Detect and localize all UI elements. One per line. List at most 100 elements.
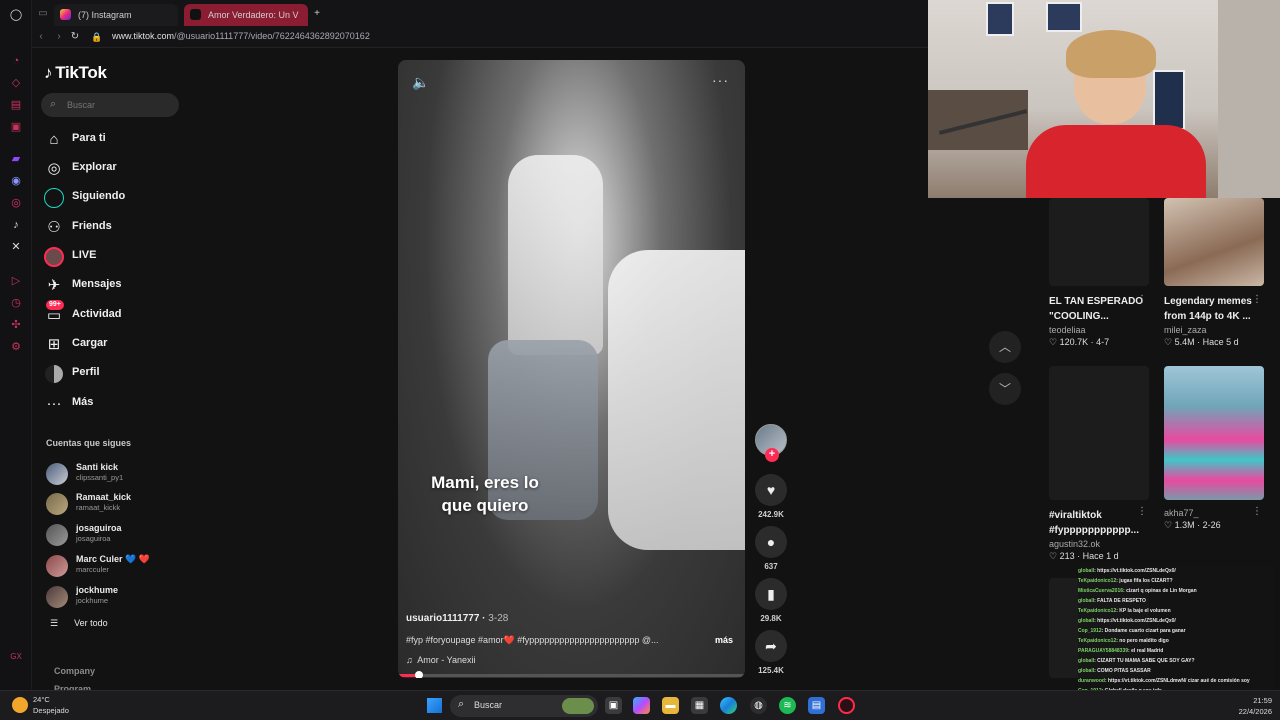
nav-profile[interactable]: Perfil [44, 362, 184, 386]
see-all-link[interactable]: ☰ Ver todo [50, 618, 108, 629]
video-progress-bar[interactable] [398, 671, 745, 678]
nav-live[interactable]: LIVE [44, 245, 184, 269]
account-handle: ramaat_kickk [76, 503, 121, 512]
following-account[interactable]: Santi kick clipssanti_py1 [46, 462, 186, 488]
save-button[interactable]: ▮ 29.8K [753, 578, 789, 623]
clock-date: 22/4/2026 [1238, 707, 1272, 716]
volume-icon[interactable]: 🔈 [412, 74, 429, 91]
chevron-up-icon: ︿ [998, 340, 1011, 354]
chat-username: globall [1078, 618, 1095, 624]
following-account[interactable]: josaguiroa josaguiroa [46, 523, 186, 549]
system-clock[interactable]: 21:59 22/4/2026 [1228, 695, 1272, 717]
chat-username: duranwood [1078, 678, 1105, 684]
more-options-icon[interactable]: ··· [712, 72, 729, 88]
aria-icon[interactable]: ◔ [9, 54, 23, 68]
video-title[interactable]: EL TAN ESPERADO "COOLING... [1049, 294, 1145, 324]
related-video-card[interactable]: ⋮ EL TAN ESPERADO "COOLING... teodeliaa … [1049, 198, 1153, 348]
nav-more[interactable]: ··· Más [44, 392, 184, 416]
kebab-menu-icon[interactable]: ⋮ [1252, 294, 1262, 305]
video-thumbnail[interactable] [1164, 366, 1264, 500]
tiktok-icon[interactable]: ♪ [9, 218, 23, 232]
video-player[interactable]: 🔈 ··· Mami, eres lo que quiero usuario11… [398, 60, 745, 678]
nav-following[interactable]: Siguiendo [44, 186, 184, 210]
bookmark-icon[interactable]: ▤ [9, 98, 23, 112]
tab-tiktok-video[interactable]: Amor Verdadero: Un V [184, 4, 308, 26]
kebab-menu-icon[interactable]: ⋮ [1252, 506, 1262, 517]
nav-upload[interactable]: ⊞ Cargar [44, 333, 184, 357]
avatar [46, 463, 68, 485]
nav-explore[interactable]: ◎ Explorar [44, 157, 184, 181]
taskbar-search[interactable]: ⌕ Buscar [450, 695, 598, 717]
comment-button[interactable]: ● 637 [753, 526, 789, 571]
tab-overview-icon[interactable]: ▭ [36, 7, 50, 21]
new-tab-icon[interactable]: + [310, 7, 324, 21]
x-icon[interactable]: ✕ [9, 240, 23, 254]
video-thumbnail[interactable] [1164, 198, 1264, 286]
ai-icon[interactable]: ◇ [9, 76, 23, 90]
nav-messages[interactable]: ✈ Mensajes [44, 274, 184, 298]
description-more-button[interactable]: más [715, 635, 733, 645]
tab-instagram[interactable]: (7) Instagram [54, 4, 178, 26]
video-music[interactable]: ♫ Amor - Yanexii [406, 655, 475, 665]
player-icon[interactable]: ▷ [9, 274, 23, 288]
nav-for-you[interactable]: ⌂ Para ti [44, 128, 184, 152]
opera-menu-icon[interactable]: ◯ [9, 8, 23, 22]
sun-icon [12, 697, 28, 713]
related-video-card[interactable]: ⋮ Legendary memes from 144p to 4K ... mi… [1164, 198, 1268, 348]
video-thumbnail[interactable] [1049, 198, 1149, 286]
instagram-icon[interactable]: ◎ [9, 196, 23, 210]
nav-friends[interactable]: ⚇ Friends [44, 216, 184, 240]
progress-handle[interactable] [414, 671, 423, 678]
video-author[interactable]: agustin32.ok [1049, 539, 1153, 549]
following-account[interactable]: Ramaat_kick ramaat_kickk [46, 492, 186, 518]
wall-poster [986, 2, 1014, 36]
wardrobe [1218, 0, 1280, 198]
windows-start-icon[interactable] [427, 698, 442, 713]
forward-icon[interactable]: › [52, 30, 66, 44]
video-stats: ♡ 213 · Hace 1 d [1049, 551, 1119, 561]
video-author[interactable]: teodeliaa [1049, 325, 1153, 335]
related-video-card[interactable]: ⋮ #viraltiktok #fyppppppppppp... agustin… [1049, 366, 1153, 562]
history-icon[interactable]: ◷ [9, 296, 23, 310]
following-account[interactable]: jockhume jockhume [46, 585, 186, 611]
m-icon[interactable]: ▣ [9, 120, 23, 134]
chat-text: : https://vt.tiktok.com/ZSNLdmwN/ cizar … [1104, 678, 1250, 684]
follow-plus-icon[interactable]: + [765, 448, 779, 462]
reload-icon[interactable]: ↻ [68, 30, 82, 44]
video-thumbnail[interactable] [1049, 366, 1149, 500]
discord-icon[interactable]: ◉ [9, 174, 23, 188]
related-video-card[interactable]: ⋮ akha77_ ♡ 1.3M · 2-26 [1164, 366, 1268, 531]
like-button[interactable]: ♥ 242.9K [753, 474, 789, 519]
following-account[interactable]: Marc Culer 💙 ❤️ marcculer [46, 554, 186, 580]
tiktok-logo[interactable]: ♪ TikTok [44, 63, 107, 83]
back-icon[interactable]: ‹ [34, 30, 48, 44]
share-button[interactable]: ➦ 125.4K [753, 630, 789, 675]
video-title[interactable]: #viraltiktok #fyppppppppppp... [1049, 508, 1145, 538]
edge-icon[interactable] [720, 697, 737, 714]
twitch-icon[interactable]: ▰ [9, 152, 23, 166]
search-box[interactable]: ⌕ [41, 93, 179, 117]
footer-link-company[interactable]: Company [54, 662, 95, 680]
settings-icon[interactable]: ⚙ [9, 340, 23, 354]
nav-activity[interactable]: ▭ 99+ Actividad [44, 300, 184, 328]
steam-icon[interactable]: ◍ [750, 697, 767, 714]
spotify-icon[interactable]: ≋ [779, 697, 796, 714]
kebab-menu-icon[interactable]: ⋮ [1137, 294, 1147, 305]
task-view-icon[interactable]: ▣ [605, 697, 622, 714]
file-explorer-icon[interactable]: ▬ [662, 697, 679, 714]
copilot-icon[interactable] [633, 697, 650, 714]
store-icon[interactable]: ▦ [691, 697, 708, 714]
opera-gx-icon[interactable] [838, 697, 855, 714]
extensions-icon[interactable]: ✣ [9, 318, 23, 332]
previous-video-button[interactable]: ︿ [989, 331, 1021, 363]
video-title[interactable]: Legendary memes from 144p to 4K ... [1164, 294, 1260, 324]
notepad-icon[interactable]: ▤ [808, 697, 825, 714]
url-field[interactable]: www.tiktok.com/@usuario1111777/video/762… [112, 31, 370, 41]
next-video-button[interactable]: ﹀ [989, 373, 1021, 405]
gx-icon[interactable]: GX [9, 650, 23, 664]
kebab-menu-icon[interactable]: ⋮ [1137, 506, 1147, 517]
search-input[interactable] [67, 97, 167, 113]
video-author[interactable]: usuario1111777 · 3-28 [406, 613, 508, 624]
video-author[interactable]: milei_zaza [1164, 325, 1268, 335]
chat-text: : Dondame cuarto cizart para ganar [1101, 628, 1186, 634]
